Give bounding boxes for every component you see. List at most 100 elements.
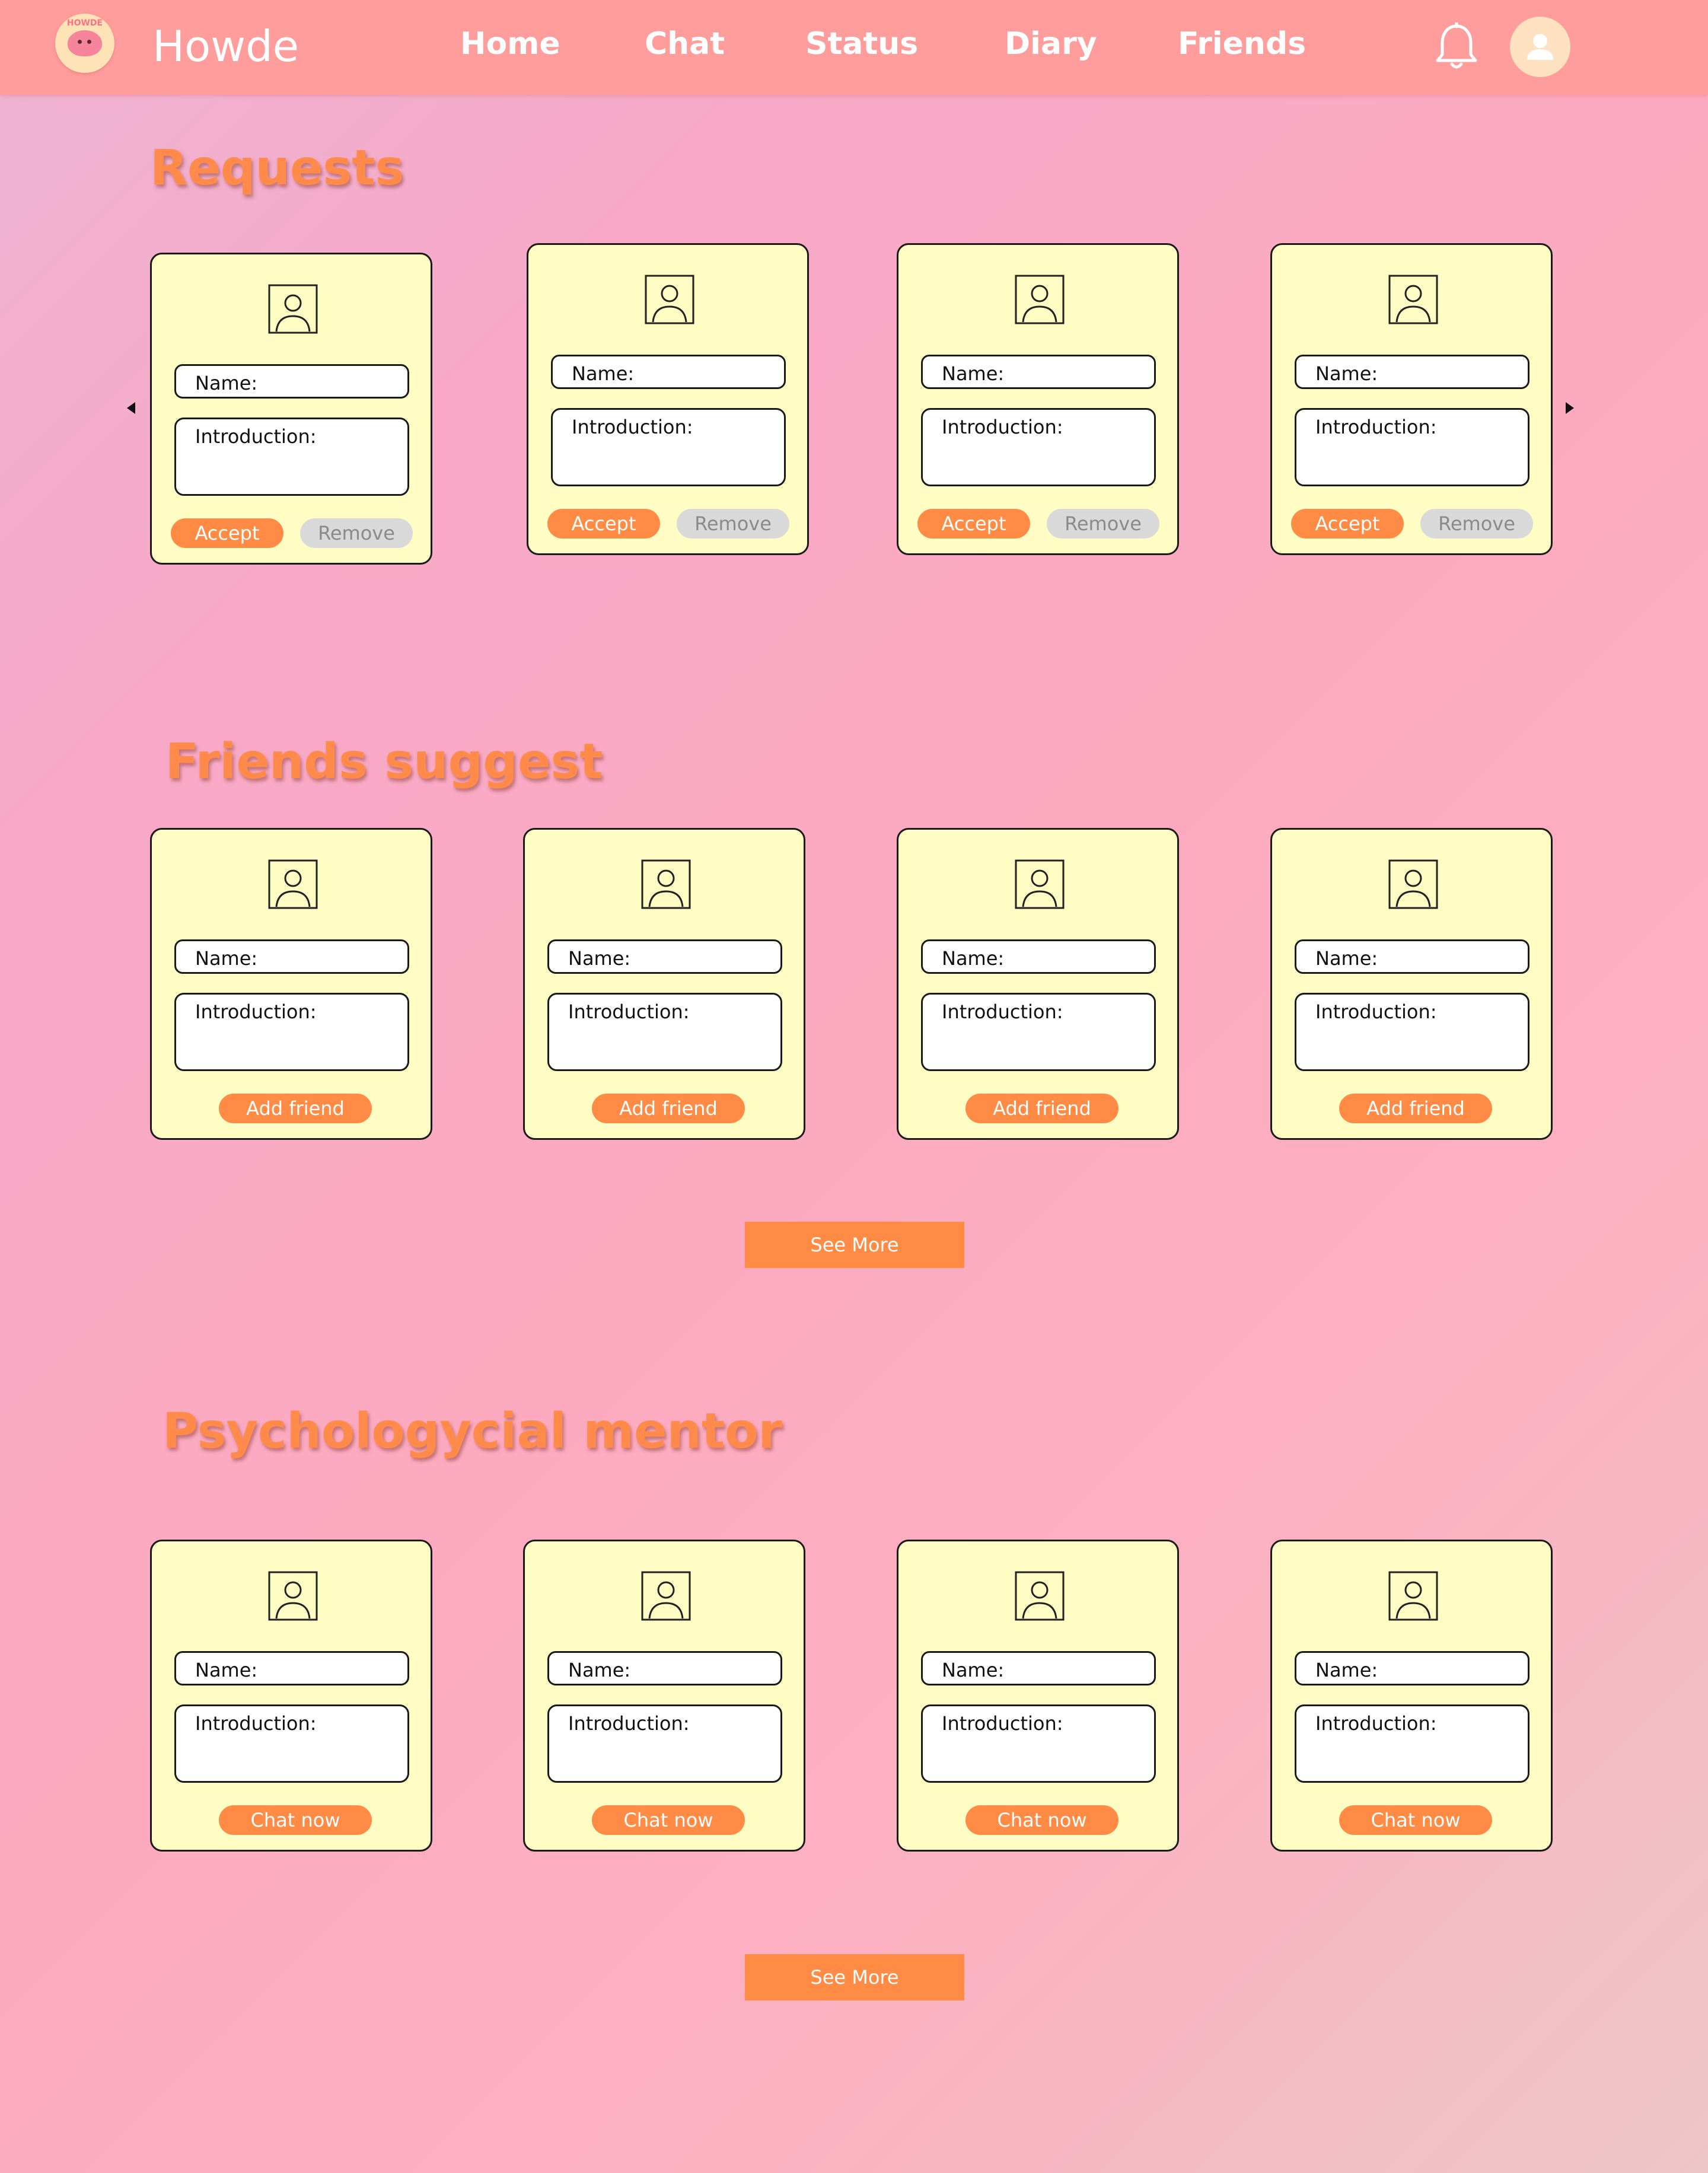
name-field: Name:: [1295, 1651, 1529, 1685]
chat-now-button[interactable]: Chat now: [219, 1805, 372, 1835]
section-title-friends-suggest: Friends suggest: [165, 734, 603, 790]
request-card: Name: Introduction: Accept Remove: [897, 243, 1179, 555]
add-friend-button[interactable]: Add friend: [965, 1094, 1119, 1123]
mentor-card: Name: Introduction: Chat now: [523, 1540, 805, 1852]
chat-now-button[interactable]: Chat now: [592, 1805, 745, 1835]
top-navigation-bar: HOWDE Howde Home Chat Status Diary Frien…: [0, 0, 1708, 95]
name-label: Name:: [942, 947, 1005, 970]
introduction-label: Introduction:: [568, 1001, 690, 1023]
request-card: Name: Introduction: Accept Remove: [150, 253, 432, 565]
introduction-label: Introduction:: [1315, 1712, 1437, 1735]
introduction-field: Introduction:: [174, 1704, 409, 1783]
person-placeholder-icon: [268, 1571, 318, 1621]
introduction-label: Introduction:: [942, 416, 1063, 438]
introduction-label: Introduction:: [195, 1001, 317, 1023]
name-field: Name:: [551, 355, 786, 389]
app-logo[interactable]: HOWDE: [55, 14, 114, 73]
person-placeholder-icon: [1015, 859, 1065, 909]
bell-icon[interactable]: [1433, 21, 1480, 72]
introduction-field: Introduction:: [174, 418, 409, 496]
accept-button[interactable]: Accept: [1291, 509, 1404, 539]
person-placeholder-icon: [1388, 275, 1438, 324]
name-label: Name:: [942, 1659, 1005, 1681]
suggest-card: Name: Introduction: Add friend: [897, 828, 1179, 1140]
person-placeholder-icon: [1388, 1571, 1438, 1621]
person-placeholder-icon: [1015, 275, 1065, 324]
add-friend-button[interactable]: Add friend: [592, 1094, 745, 1123]
person-placeholder-icon: [1015, 1571, 1065, 1621]
introduction-field: Introduction:: [921, 993, 1156, 1071]
nav-status[interactable]: Status: [805, 25, 918, 63]
introduction-label: Introduction:: [572, 416, 693, 438]
add-friend-button[interactable]: Add friend: [219, 1094, 372, 1123]
person-placeholder-icon: [1388, 859, 1438, 909]
name-field: Name:: [921, 939, 1156, 974]
accept-button[interactable]: Accept: [917, 509, 1030, 539]
remove-button[interactable]: Remove: [1420, 509, 1533, 539]
user-avatar-icon[interactable]: [1510, 17, 1570, 77]
mentor-card: Name: Introduction: Chat now: [150, 1540, 432, 1852]
name-field: Name:: [921, 1651, 1156, 1685]
name-field: Name:: [921, 355, 1156, 389]
nav-home[interactable]: Home: [460, 25, 560, 63]
person-placeholder-icon: [641, 859, 691, 909]
introduction-field: Introduction:: [1295, 408, 1529, 486]
suggest-card: Name: Introduction: Add friend: [523, 828, 805, 1140]
accept-button[interactable]: Accept: [171, 518, 283, 548]
name-label: Name:: [195, 372, 258, 394]
introduction-field: Introduction:: [547, 1704, 782, 1783]
introduction-field: Introduction:: [174, 993, 409, 1071]
suggest-card: Name: Introduction: Add friend: [150, 828, 432, 1140]
name-field: Name:: [547, 939, 782, 974]
introduction-label: Introduction:: [195, 425, 317, 448]
name-label: Name:: [1315, 947, 1378, 970]
nav-friends[interactable]: Friends: [1178, 25, 1306, 63]
introduction-field: Introduction:: [1295, 1704, 1529, 1783]
section-title-mentor: Psychologycial mentor: [162, 1403, 782, 1460]
remove-button[interactable]: Remove: [1047, 509, 1159, 539]
section-title-requests: Requests: [150, 140, 404, 196]
arrow-right-icon[interactable]: [1566, 402, 1574, 414]
introduction-field: Introduction:: [547, 993, 782, 1071]
name-field: Name:: [1295, 939, 1529, 974]
introduction-label: Introduction:: [1315, 1001, 1437, 1023]
introduction-field: Introduction:: [921, 408, 1156, 486]
introduction-field: Introduction:: [1295, 993, 1529, 1071]
name-label: Name:: [568, 1659, 631, 1681]
suggest-card: Name: Introduction: Add friend: [1270, 828, 1553, 1140]
chat-now-button[interactable]: Chat now: [965, 1805, 1119, 1835]
person-placeholder-icon: [641, 1571, 691, 1621]
introduction-label: Introduction:: [568, 1712, 690, 1735]
remove-button[interactable]: Remove: [300, 518, 413, 548]
chat-now-button[interactable]: Chat now: [1339, 1805, 1492, 1835]
person-placeholder-icon: [645, 275, 694, 324]
nav-diary[interactable]: Diary: [1005, 25, 1097, 63]
nav-chat[interactable]: Chat: [645, 25, 725, 63]
remove-button[interactable]: Remove: [677, 509, 789, 539]
name-label: Name:: [195, 1659, 258, 1681]
see-more-button[interactable]: See More: [745, 1954, 964, 2000]
request-card: Name: Introduction: Accept Remove: [527, 243, 809, 555]
mentor-card: Name: Introduction: Chat now: [897, 1540, 1179, 1852]
mentor-card: Name: Introduction: Chat now: [1270, 1540, 1553, 1852]
introduction-label: Introduction:: [195, 1712, 317, 1735]
name-label: Name:: [195, 947, 258, 970]
name-field: Name:: [174, 1651, 409, 1685]
introduction-field: Introduction:: [551, 408, 786, 486]
name-field: Name:: [547, 1651, 782, 1685]
introduction-label: Introduction:: [942, 1001, 1063, 1023]
brain-mascot-icon: [68, 30, 102, 56]
introduction-field: Introduction:: [921, 1704, 1156, 1783]
add-friend-button[interactable]: Add friend: [1339, 1094, 1492, 1123]
name-field: Name:: [1295, 355, 1529, 389]
name-label: Name:: [942, 362, 1005, 385]
accept-button[interactable]: Accept: [547, 509, 660, 539]
introduction-label: Introduction:: [1315, 416, 1437, 438]
name-label: Name:: [1315, 362, 1378, 385]
app-title: Howde: [152, 21, 299, 71]
see-more-button[interactable]: See More: [745, 1222, 964, 1268]
arrow-left-icon[interactable]: [127, 402, 135, 414]
name-label: Name:: [1315, 1659, 1378, 1681]
name-field: Name:: [174, 939, 409, 974]
request-card: Name: Introduction: Accept Remove: [1270, 243, 1553, 555]
